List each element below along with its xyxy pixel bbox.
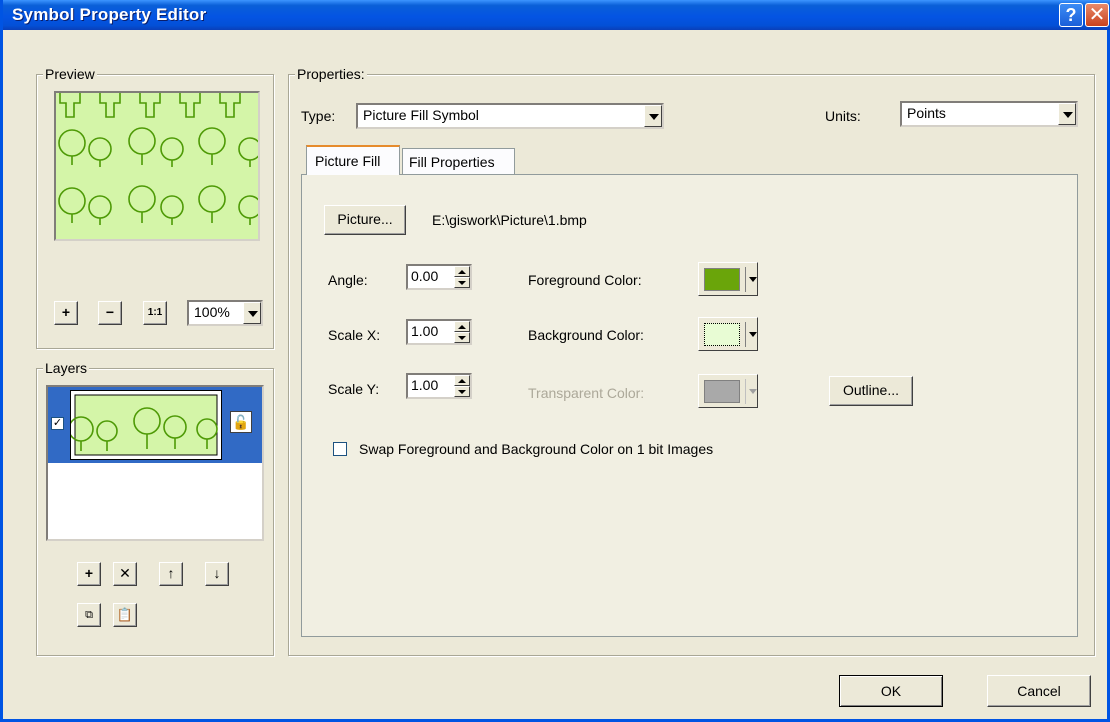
properties-group: Properties: Type: Picture Fill Symbol Un… bbox=[288, 66, 1095, 656]
angle-spinner[interactable]: 0.00 bbox=[406, 264, 472, 290]
foreground-color-swatch bbox=[704, 268, 740, 291]
spin-down-icon[interactable] bbox=[454, 277, 470, 288]
preview-canvas bbox=[54, 91, 260, 241]
type-select[interactable]: Picture Fill Symbol bbox=[356, 103, 664, 129]
scale-x-label: Scale X: bbox=[328, 327, 381, 343]
preview-group: Preview + − 1:1 100% bbox=[36, 66, 274, 349]
units-label: Units: bbox=[825, 108, 861, 124]
window-title: Symbol Property Editor bbox=[12, 5, 207, 24]
type-label: Type: bbox=[301, 108, 336, 124]
swap-colors-label: Swap Foreground and Background Color on … bbox=[359, 441, 714, 457]
transparent-color-button bbox=[698, 374, 758, 408]
tree-pattern-thumbnail bbox=[68, 394, 218, 456]
copy-layer-button[interactable]: ⧉ bbox=[77, 603, 101, 627]
zoom-in-button[interactable]: + bbox=[54, 301, 78, 325]
spin-up-icon[interactable] bbox=[454, 266, 470, 277]
picture-button[interactable]: Picture... bbox=[324, 205, 406, 235]
properties-group-label: Properties: bbox=[295, 66, 367, 82]
background-color-label: Background Color: bbox=[528, 327, 644, 343]
layer-row[interactable]: ✓ 🔓 bbox=[48, 387, 262, 463]
paste-icon: 📋 bbox=[116, 607, 134, 622]
ok-button[interactable]: OK bbox=[839, 675, 943, 707]
foreground-color-label: Foreground Color: bbox=[528, 272, 642, 288]
close-button[interactable]: ✕ bbox=[1085, 3, 1109, 27]
preview-group-label: Preview bbox=[43, 66, 97, 82]
transparent-color-label: Transparent Color: bbox=[528, 385, 645, 401]
outline-button[interactable]: Outline... bbox=[829, 376, 913, 406]
actual-size-button[interactable]: 1:1 bbox=[143, 301, 167, 325]
angle-label: Angle: bbox=[328, 272, 368, 288]
add-layer-button[interactable]: + bbox=[77, 562, 101, 586]
spin-up-icon[interactable] bbox=[454, 321, 470, 332]
chevron-down-icon bbox=[749, 389, 757, 394]
paste-layer-button[interactable]: 📋 bbox=[113, 603, 137, 627]
tab-picture-fill[interactable]: Picture Fill bbox=[306, 145, 400, 175]
chevron-down-icon[interactable] bbox=[644, 105, 662, 127]
remove-layer-button[interactable]: ✕ bbox=[113, 562, 137, 586]
spin-down-icon[interactable] bbox=[454, 332, 470, 343]
picture-path: E:\giswork\Picture\1.bmp bbox=[432, 212, 587, 228]
tree-pattern-preview bbox=[56, 93, 258, 239]
background-color-swatch bbox=[704, 323, 740, 346]
zoom-value: 100% bbox=[194, 304, 230, 320]
help-button[interactable]: ? bbox=[1059, 3, 1083, 27]
scale-x-value: 1.00 bbox=[411, 323, 439, 339]
zoom-out-button[interactable]: − bbox=[98, 301, 122, 325]
background-color-button[interactable] bbox=[698, 317, 758, 351]
layer-thumbnail bbox=[68, 390, 222, 460]
spin-down-icon[interactable] bbox=[454, 386, 470, 397]
symbol-property-editor-window: Symbol Property Editor ? ✕ Preview + − 1… bbox=[0, 0, 1110, 722]
lock-icon[interactable]: 🔓 bbox=[230, 411, 252, 433]
layer-visible-checkbox[interactable]: ✓ bbox=[51, 417, 64, 430]
chevron-down-icon bbox=[749, 277, 757, 282]
preview-fill-background bbox=[56, 93, 258, 239]
chevron-down-icon bbox=[749, 332, 757, 337]
swap-colors-checkbox[interactable] bbox=[333, 442, 347, 456]
picture-fill-panel: Picture... E:\giswork\Picture\1.bmp Angl… bbox=[301, 174, 1078, 637]
units-select[interactable]: Points bbox=[900, 101, 1078, 127]
tab-fill-properties[interactable]: Fill Properties bbox=[402, 148, 515, 175]
layers-group-label: Layers bbox=[43, 360, 90, 376]
chevron-down-icon[interactable] bbox=[243, 302, 261, 324]
cancel-button[interactable]: Cancel bbox=[987, 675, 1091, 707]
foreground-color-button[interactable] bbox=[698, 262, 758, 296]
scale-y-spinner[interactable]: 1.00 bbox=[406, 373, 472, 399]
title-bar[interactable]: Symbol Property Editor ? ✕ bbox=[3, 0, 1110, 30]
chevron-down-icon[interactable] bbox=[1058, 103, 1076, 125]
move-layer-down-button[interactable]: ↓ bbox=[205, 562, 229, 586]
spin-up-icon[interactable] bbox=[454, 375, 470, 386]
angle-value: 0.00 bbox=[411, 268, 439, 284]
copy-icon: ⧉ bbox=[85, 609, 93, 621]
scale-y-label: Scale Y: bbox=[328, 381, 380, 397]
transparent-color-swatch bbox=[704, 380, 740, 403]
move-layer-up-button[interactable]: ↑ bbox=[159, 562, 183, 586]
layers-group: Layers ✓ 🔓 + ✕ ↑ ↓ ⧉ 📋 bbox=[36, 360, 274, 656]
layers-list[interactable]: ✓ 🔓 bbox=[46, 385, 264, 541]
type-value: Picture Fill Symbol bbox=[363, 107, 479, 123]
units-value: Points bbox=[907, 105, 946, 121]
zoom-select[interactable]: 100% bbox=[187, 300, 263, 326]
scale-y-value: 1.00 bbox=[411, 377, 439, 393]
scale-x-spinner[interactable]: 1.00 bbox=[406, 319, 472, 345]
